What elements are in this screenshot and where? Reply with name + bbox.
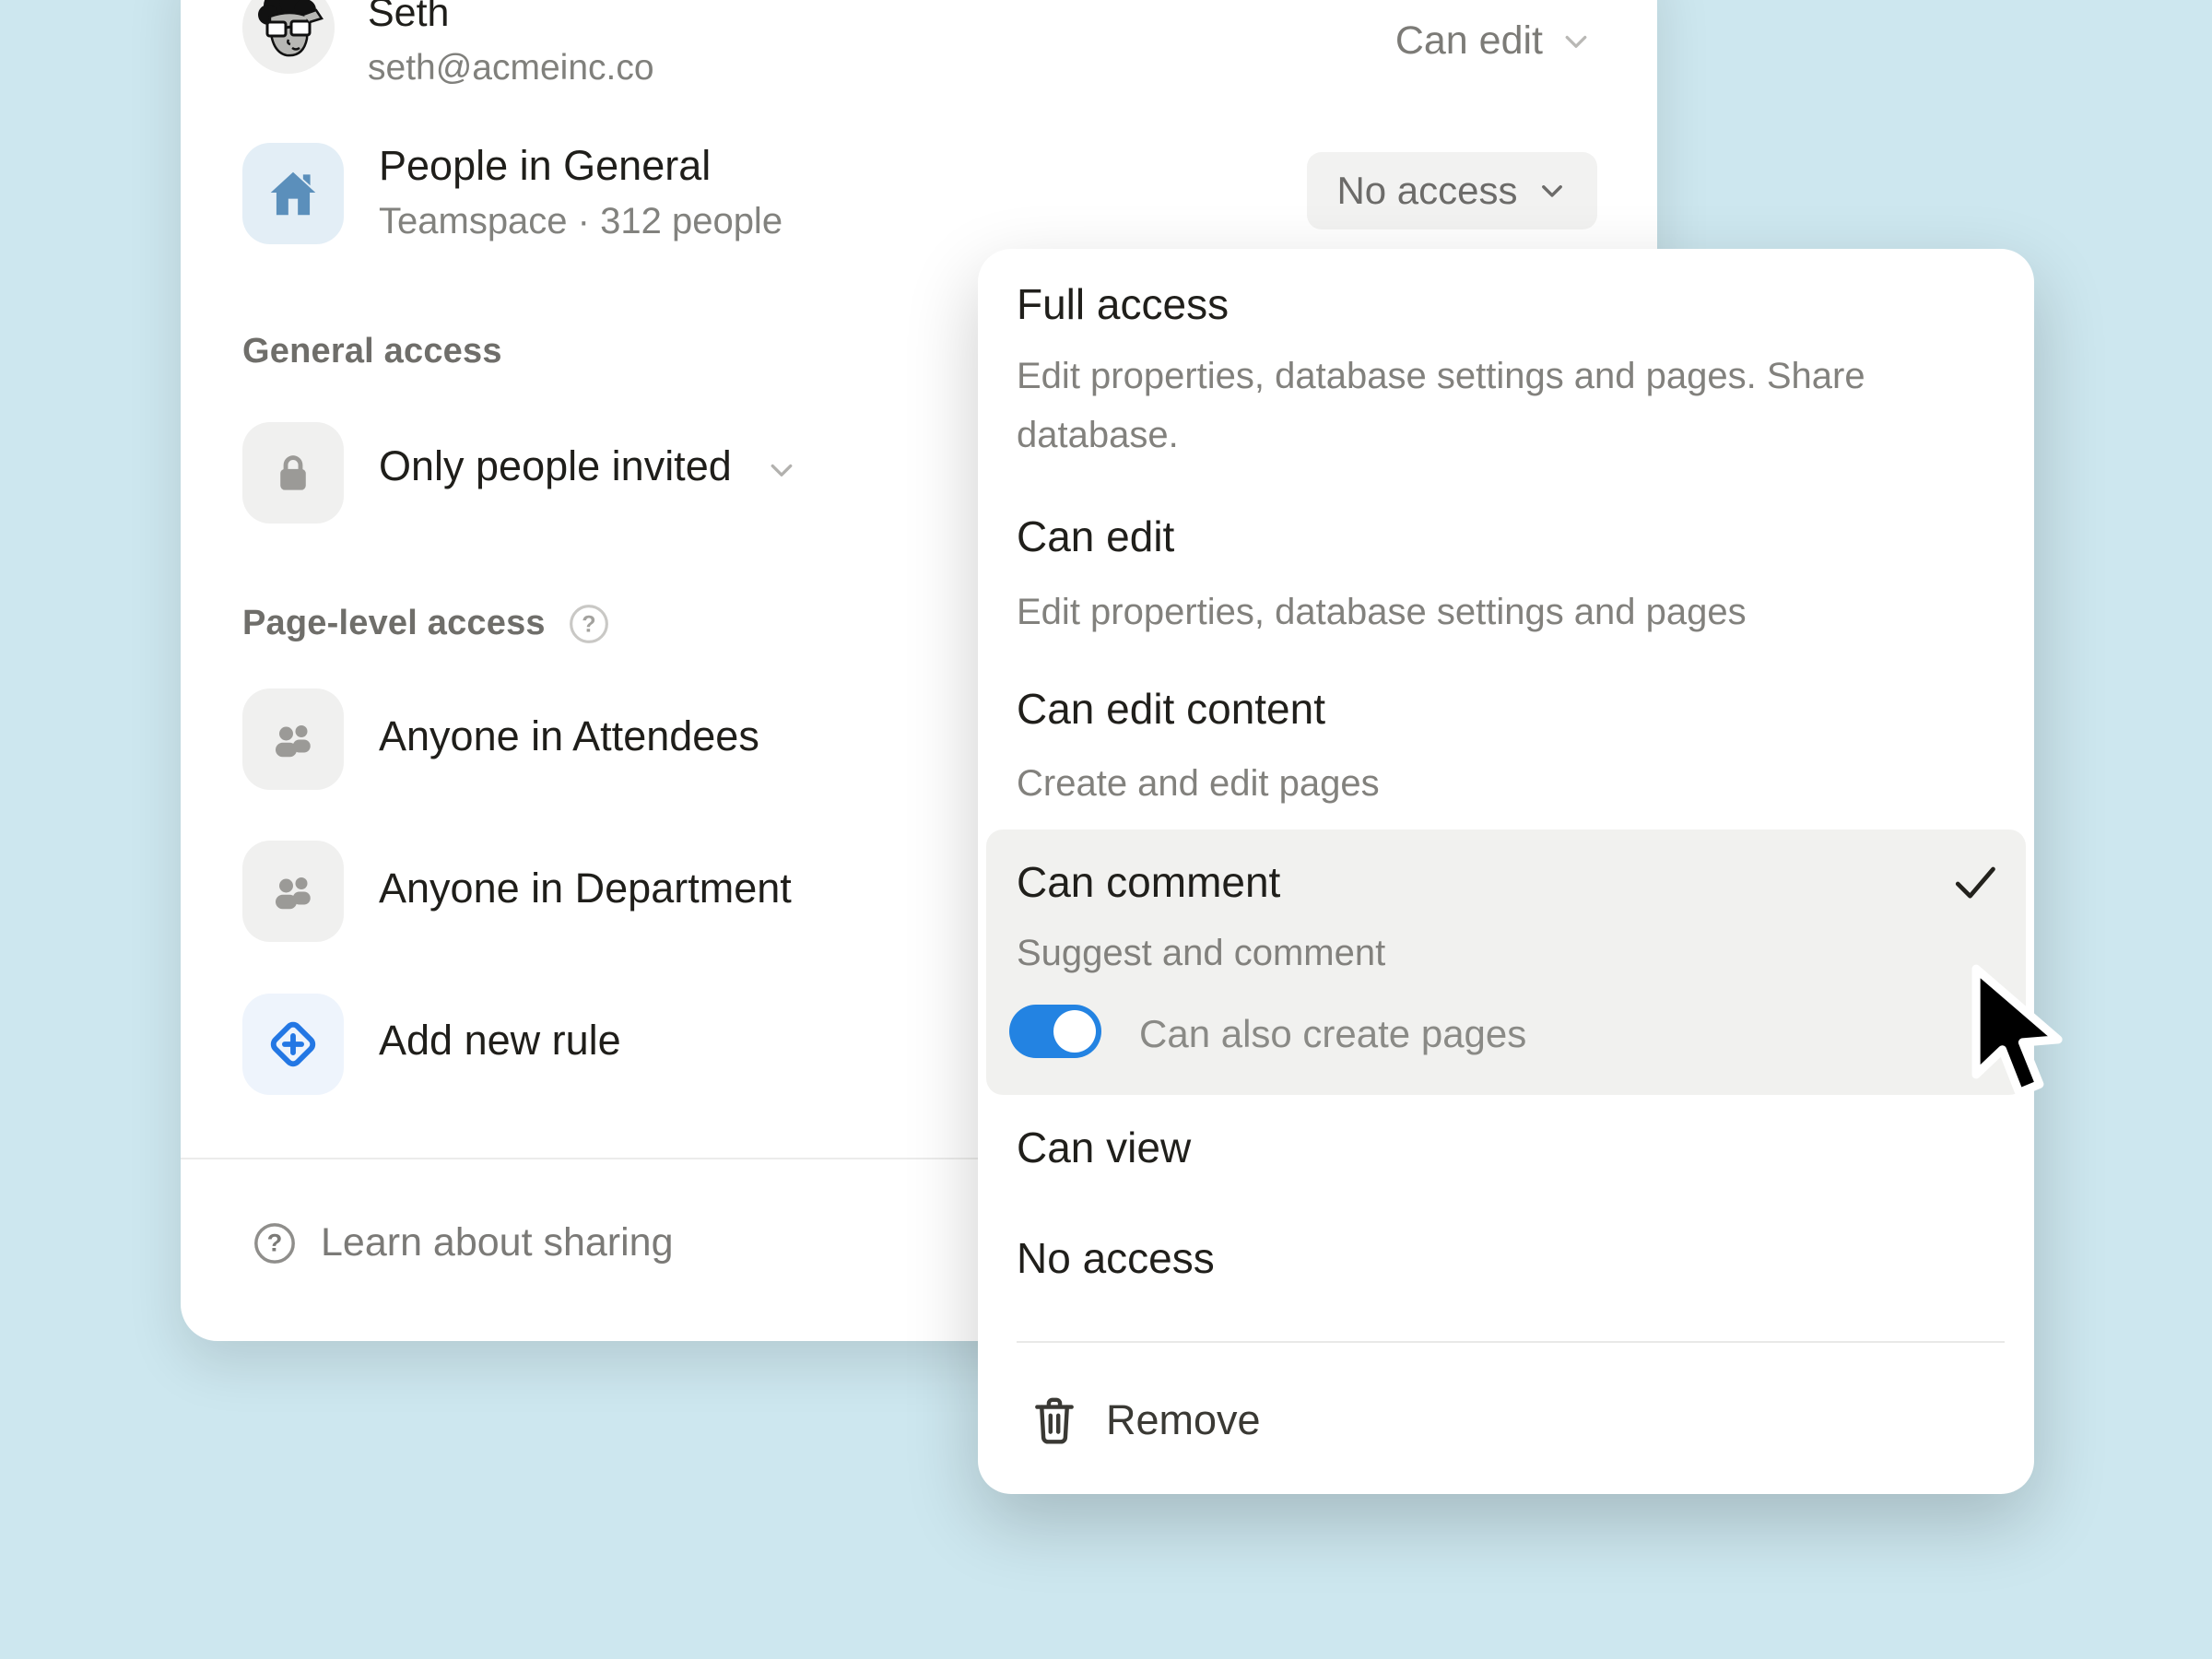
teamspace-subtitle: Teamspace · 312 people: [379, 201, 782, 242]
menu-option-can-edit-content[interactable]: Can edit content: [1017, 684, 1325, 734]
chevron-down-icon: [1536, 175, 1568, 206]
general-access-selector[interactable]: Only people invited: [379, 442, 798, 490]
chevron-down-icon: [1559, 25, 1593, 58]
chevron-down-icon: [765, 453, 798, 487]
trash-icon: [1029, 1392, 1080, 1449]
menu-option-description: Suggest and comment: [1017, 924, 1385, 982]
lock-icon: [266, 446, 320, 500]
menu-option-can-view[interactable]: Can view: [1017, 1123, 1191, 1172]
learn-about-sharing-link[interactable]: ? Learn about sharing: [253, 1220, 674, 1265]
page-rule-department[interactable]: Anyone in Department: [379, 865, 792, 912]
menu-option-can-comment[interactable]: Can comment: [1017, 857, 1280, 907]
permission-dropdown-menu: Full access Edit properties, database se…: [978, 249, 2034, 1494]
remove-menu-item[interactable]: Remove: [1029, 1392, 1261, 1449]
menu-option-can-edit[interactable]: Can edit: [1017, 512, 1174, 561]
menu-option-full-access[interactable]: Full access: [1017, 279, 1229, 329]
people-icon: [265, 712, 321, 767]
people-icon: [265, 864, 321, 919]
general-access-value: Only people invited: [379, 442, 732, 490]
member-permission-dropdown[interactable]: Can edit: [1395, 18, 1593, 64]
mouse-cursor: [1967, 962, 2068, 1102]
rule-icon-container: [242, 841, 344, 942]
general-access-icon-container: [242, 422, 344, 524]
teamspace-title: People in General: [379, 142, 711, 190]
menu-option-description: Edit properties, database settings and p…: [1017, 582, 1957, 641]
add-rule-icon-container: [242, 994, 344, 1095]
teamspace-permission-dropdown[interactable]: No access: [1307, 152, 1597, 229]
general-access-header: General access: [242, 332, 502, 371]
help-circle-icon: ?: [253, 1221, 297, 1265]
menu-option-no-access[interactable]: No access: [1017, 1233, 1215, 1283]
create-pages-toggle-label: Can also create pages: [1139, 1012, 1526, 1056]
learn-about-sharing-label: Learn about sharing: [321, 1220, 674, 1265]
page-rule-attendees[interactable]: Anyone in Attendees: [379, 712, 759, 760]
menu-option-description: Edit properties, database settings and p…: [1017, 347, 1957, 465]
teamspace-icon-container: [242, 143, 344, 244]
member-email: seth@acmeinc.co: [368, 48, 654, 88]
page-level-access-header-row: Page-level access ?: [242, 601, 610, 645]
help-icon[interactable]: ?: [568, 603, 610, 645]
page-level-access-header: Page-level access: [242, 604, 546, 643]
svg-text:?: ?: [582, 611, 596, 637]
avatar-cartoon: [242, 0, 335, 74]
remove-label: Remove: [1106, 1396, 1261, 1444]
add-rule-diamond-plus-icon: [264, 1015, 323, 1074]
share-settings-screen: Seth seth@acmeinc.co Can edit People in …: [0, 0, 2212, 1659]
home-icon: [265, 165, 322, 222]
member-name: Seth: [368, 0, 449, 36]
member-permission-label: Can edit: [1395, 18, 1543, 64]
toggle-knob: [1053, 1010, 1096, 1053]
svg-text:?: ?: [267, 1228, 283, 1256]
rule-icon-container: [242, 688, 344, 790]
menu-option-description: Create and edit pages: [1017, 754, 1957, 813]
create-pages-toggle[interactable]: [1009, 1005, 1101, 1058]
checkmark-icon: [1947, 853, 2003, 909]
teamspace-permission-label: No access: [1336, 169, 1517, 213]
menu-divider: [1017, 1341, 2005, 1343]
avatar: [242, 0, 335, 74]
add-new-rule-button[interactable]: Add new rule: [379, 1017, 621, 1065]
